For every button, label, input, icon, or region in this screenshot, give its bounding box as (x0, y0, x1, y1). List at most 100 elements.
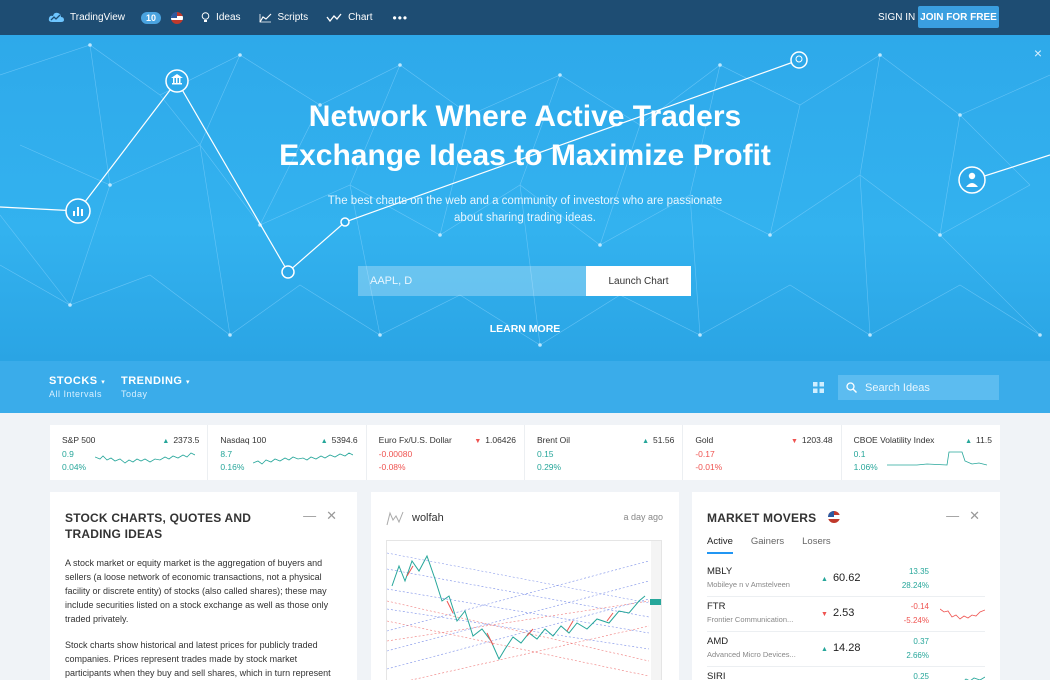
ticker-change: -0.17 (695, 449, 715, 459)
ideas-filter-bar: STOCKS ▾ All Intervals TRENDING ▾ Today … (0, 361, 1050, 413)
ticker-percent: -0.01% (695, 462, 723, 472)
card-title: STOCK CHARTS, QUOTES AND TRADING IDEAS (65, 511, 252, 541)
ticker-price-value: 1203.48 (801, 435, 833, 445)
tab-losers[interactable]: Losers (802, 536, 831, 554)
chevron-down-icon: ▾ (186, 379, 191, 386)
hero-title: Network Where Active Traders Exchange Id… (0, 97, 1050, 175)
hero-close-icon[interactable]: × (1034, 45, 1042, 61)
ticker-price-value: 5394.6 (331, 435, 358, 445)
mover-change: 0.25 (913, 672, 929, 680)
mover-price: ▲ 14.28 (821, 642, 860, 654)
more-menu-icon[interactable]: ••• (393, 11, 409, 25)
trending-filter-dropdown[interactable]: TRENDING ▾ Today (121, 375, 190, 399)
stocks-filter-label: STOCKS (49, 375, 98, 387)
trading-idea-card[interactable]: wolfah a day ago (371, 492, 679, 680)
up-arrow-icon: ▲ (821, 576, 828, 583)
nav-chart[interactable]: Chart (326, 12, 373, 23)
ticker-price-value: 1.06426 (485, 435, 516, 445)
trending-filter-sub: Today (121, 389, 148, 399)
info-paragraph: A stock market or equity market is the a… (65, 558, 329, 624)
ticker-item[interactable]: CBOE Volatility Index ▲ 11.5 0.1 1.06% (842, 425, 1000, 480)
chevron-down-icon: ▾ (101, 379, 106, 386)
search-ideas-placeholder: Search Ideas (865, 381, 930, 394)
info-paragraph: Stock charts show historical and latest … (65, 640, 331, 678)
tab-active[interactable]: Active (707, 536, 733, 554)
movers-tabs: Active Gainers Losers (707, 536, 849, 554)
mover-price: ▼ 2.53 (821, 607, 854, 619)
hero-banner: × Network Where Active Traders Exchange … (0, 35, 1050, 361)
ticker-price: ▲ 2373.5 (162, 435, 199, 445)
mover-symbol: MBLY (707, 566, 733, 577)
learn-more-link[interactable]: LEARN MORE (0, 323, 1050, 335)
mover-row[interactable]: SIRI 0.25 (707, 667, 985, 680)
mover-price-value: 2.53 (832, 607, 855, 619)
ticker-price: ▲ 5394.6 (321, 435, 358, 445)
hero-title-line-2: Exchange Ideas to Maximize Profit (279, 139, 771, 172)
mover-percent: 28.24% (901, 581, 929, 590)
ticker-strip: S&P 500 ▲ 2373.5 0.9 0.04% Nasdaq 100 ▲ 53… (50, 425, 1000, 480)
notification-badge[interactable]: 10 (141, 11, 162, 24)
ticker-item[interactable]: Brent Oil ▲ 51.56 0.15 0.29% (525, 425, 684, 480)
ticker-percent: -0.08% (378, 462, 406, 472)
card-controls: — ✕ (293, 508, 337, 524)
join-button[interactable]: JOIN FOR FREE (918, 6, 999, 28)
idea-chart-thumbnail[interactable] (386, 540, 662, 680)
us-flag-icon[interactable] (827, 511, 840, 523)
hero-subtitle-line-2: about sharing trading ideas. (454, 212, 596, 224)
mover-percent: 2.66% (906, 651, 929, 660)
mover-symbol: SIRI (707, 671, 726, 680)
close-icon[interactable]: ✕ (969, 508, 980, 523)
hero-title-line-1: Network Where Active Traders (308, 100, 742, 133)
mover-price-value: 60.62 (832, 572, 861, 584)
lightbulb-icon (201, 12, 210, 22)
mover-description: Mobileye n v Amstelveen (707, 580, 790, 589)
nav-chart-label: Chart (348, 12, 373, 23)
mover-change: 13.35 (908, 567, 929, 576)
minimize-icon[interactable]: — (303, 508, 316, 523)
grid-view-icon[interactable] (813, 382, 824, 393)
ticker-item[interactable]: Nasdaq 100 ▲ 5394.6 8.7 0.16% (208, 425, 367, 480)
ticker-item[interactable]: Gold ▼ 1203.48 -0.17 -0.01% (683, 425, 842, 480)
mover-change: -0.14 (910, 602, 929, 611)
ticker-item[interactable]: Euro Fx/U.S. Dollar ▼ 1.06426 -0.00080 -0… (367, 425, 525, 480)
nav-ideas[interactable]: Ideas (201, 12, 241, 23)
mover-symbol: AMD (707, 636, 729, 647)
mover-price-value: 14.28 (832, 642, 861, 654)
minimize-icon[interactable]: — (946, 508, 959, 523)
market-movers-title: MARKET MOVERS (707, 510, 937, 526)
market-movers-title-text: MARKET MOVERS (707, 511, 817, 525)
ticker-percent: 0.29% (536, 462, 562, 472)
up-arrow-icon: ▲ (965, 438, 973, 445)
stocks-filter-dropdown[interactable]: STOCKS ▾ All Intervals (49, 375, 105, 399)
mover-row[interactable]: MBLY Mobileye n v Amstelveen ▲ 60.62 13.3… (707, 562, 985, 597)
nav-scripts[interactable]: Scripts (259, 12, 308, 23)
mover-price: ▲ 60.62 (821, 572, 860, 584)
close-icon[interactable]: ✕ (326, 508, 337, 523)
idea-author[interactable]: wolfah (386, 510, 444, 526)
mover-percent: -5.24% (903, 616, 929, 625)
sign-in-link[interactable]: SIGN IN (878, 12, 915, 23)
ticker-item[interactable]: S&P 500 ▲ 2373.5 0.9 0.04% (50, 425, 209, 480)
tab-gainers[interactable]: Gainers (751, 536, 784, 554)
nav-ideas-label: Ideas (216, 12, 241, 23)
market-movers-card: MARKET MOVERS — ✕ Active Gainers Losers M… (692, 492, 1000, 680)
card-body: A stock market or equity market is the a… (65, 556, 345, 680)
brand-logo[interactable]: TradingView (48, 12, 125, 23)
stocks-filter-sub: All Intervals (49, 389, 103, 399)
ticker-price-value: 51.56 (653, 435, 675, 445)
hero-subtitle-line-1: The best charts on the web and a communi… (327, 195, 723, 207)
chart-line-icon (326, 13, 342, 22)
symbol-search-input[interactable]: AAPL, D (358, 266, 586, 296)
idea-timestamp: a day ago (623, 512, 663, 522)
us-flag-icon[interactable] (171, 11, 184, 24)
search-ideas-input[interactable]: Search Ideas (838, 375, 999, 400)
mover-change: 0.37 (913, 637, 929, 646)
mover-row[interactable]: FTR Frontier Communication... ▼ 2.53 -0.1… (707, 597, 985, 632)
mover-symbol: FTR (707, 601, 726, 612)
mover-sparkline (940, 608, 985, 620)
stock-charts-info-card: STOCK CHARTS, QUOTES AND TRADING IDEAS —… (50, 492, 357, 680)
mover-sparkline (964, 676, 985, 680)
down-arrow-icon: ▼ (821, 611, 828, 618)
mover-row[interactable]: AMD Advanced Micro Devices... ▲ 14.28 0.3… (707, 632, 985, 667)
launch-chart-button[interactable]: Launch Chart (586, 266, 691, 296)
